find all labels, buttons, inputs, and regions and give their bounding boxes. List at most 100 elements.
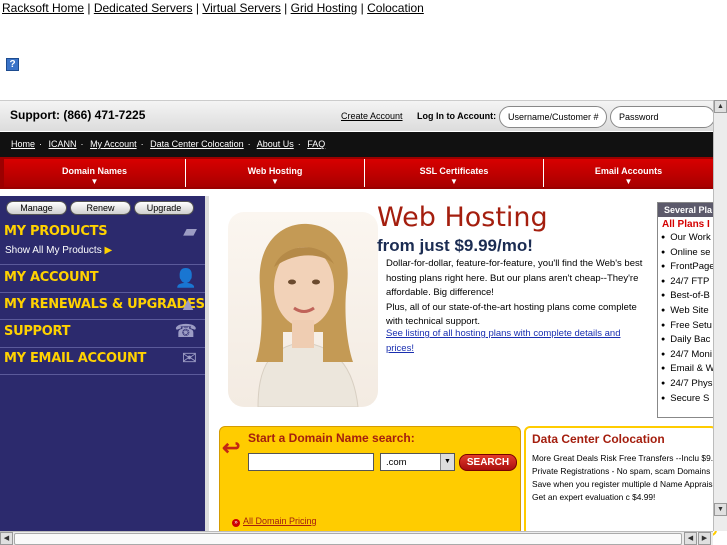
domain-search-box: ↩ Start a Domain Name search: .com ▼ SEA…: [219, 426, 521, 536]
tld-value: .com: [386, 457, 407, 468]
datacenter-text: More Great Deals Risk Free Transfers --I…: [532, 453, 717, 502]
username-field[interactable]: Username/Customer #: [499, 106, 607, 128]
phone-icon: ☎: [174, 321, 197, 341]
link-colocation[interactable]: Colocation: [367, 1, 424, 15]
section-support[interactable]: SUPPORT: [4, 324, 71, 339]
password-field[interactable]: Password: [610, 106, 715, 128]
support-phone: Support: (866) 471-7225: [10, 108, 146, 122]
hero-description: Dollar-for-dollar, feature-for-feature, …: [386, 257, 646, 330]
divider: [0, 347, 205, 348]
list-item: Daily Bac: [661, 334, 716, 349]
list-item: Our Work: [661, 232, 716, 247]
chevron-down-icon: ▼: [450, 177, 458, 186]
scroll-up-icon[interactable]: ▲: [714, 100, 727, 113]
support-bar: Support: (866) 471-7225 Create Account L…: [0, 100, 715, 131]
plans-heading: Several Pla: [658, 203, 716, 217]
tab-domain-names[interactable]: Domain Names ▼: [4, 159, 186, 187]
nav-home[interactable]: Home: [11, 139, 35, 149]
hosting-plans-link[interactable]: See listing of all hosting plans with co…: [386, 327, 641, 356]
domain-pricing-label: All Domain Pricing: [243, 516, 317, 526]
list-item: Web Site: [661, 305, 716, 320]
plans-panel: Several Pla All Plans I Our Work Online …: [657, 202, 717, 418]
arrow-bullet-icon: »: [232, 519, 240, 527]
list-item: 24/7 Moni: [661, 349, 716, 364]
tab-label: Email Accounts: [594, 166, 663, 176]
arrow-up-icon: ▲: [179, 294, 197, 314]
list-item: Email & W: [661, 363, 716, 378]
list-item: FrontPage: [661, 261, 716, 276]
link-grid-hosting[interactable]: Grid Hosting: [291, 1, 358, 15]
curved-arrow-icon: ↩: [222, 435, 241, 460]
create-account-link[interactable]: Create Account: [341, 111, 403, 121]
section-my-products[interactable]: MY PRODUCTS: [4, 224, 108, 239]
divider: [0, 319, 205, 320]
user-icon: 👤: [174, 268, 197, 288]
hero-subtitle: from just $9.99/mo!: [377, 236, 533, 255]
envelope-icon: ✉: [181, 348, 197, 368]
section-my-renewals-upgrades[interactable]: MY RENEWALS & UPGRADES: [4, 297, 205, 312]
nav-data-center-colocation[interactable]: Data Center Colocation: [150, 139, 244, 149]
list-item: Online se: [661, 247, 716, 262]
show-all-products-link[interactable]: Show All My Products ▶: [5, 245, 112, 256]
scroll-left-icon[interactable]: ◀: [684, 532, 697, 545]
list-item: Free Setu: [661, 320, 716, 335]
product-tabs: Domain Names ▼ Web Hosting ▼ SSL Certifica…: [0, 157, 713, 189]
page: Racksoft Home | Dedicated Servers | Virt…: [0, 0, 727, 545]
nav-my-account[interactable]: My Account: [90, 139, 137, 149]
top-links: Racksoft Home | Dedicated Servers | Virt…: [2, 1, 424, 15]
chevron-down-icon: ▼: [90, 177, 99, 186]
search-button[interactable]: SEARCH: [459, 454, 517, 471]
nav-links: Home · ICANN · My Account · Data Center Col…: [11, 139, 326, 149]
hero-desc-2: Plus, all of our state-of-the-art hostin…: [386, 301, 637, 328]
sidebar: Manage Renew Upgrade MY PRODUCTS ▰ Show …: [0, 196, 205, 531]
hero-photo: [228, 212, 378, 407]
scroll-left-icon[interactable]: ◀: [0, 532, 13, 545]
plans-list: Our Work Online se FrontPage 24/7 FTP Be…: [658, 232, 716, 407]
link-virtual-servers[interactable]: Virtual Servers: [202, 1, 280, 15]
renew-button[interactable]: Renew: [70, 201, 131, 215]
datacenter-title: Data Center Colocation: [532, 432, 665, 446]
nav-bar: Home · ICANN · My Account · Data Center Col…: [0, 132, 713, 157]
tab-email-accounts[interactable]: Email Accounts ▼: [544, 159, 713, 187]
manage-button[interactable]: Manage: [6, 201, 67, 215]
hero-desc-1: Dollar-for-dollar, feature-for-feature, …: [386, 258, 643, 298]
plans-subheading: All Plans I: [662, 219, 710, 230]
list-item: 24/7 Phys: [661, 378, 716, 393]
list-item: 24/7 FTP: [661, 276, 716, 291]
section-my-account[interactable]: MY ACCOUNT: [4, 270, 99, 285]
hero-title: Web Hosting: [377, 202, 548, 233]
tab-web-hosting[interactable]: Web Hosting ▼: [186, 159, 365, 187]
divider: [0, 264, 205, 265]
upgrade-button[interactable]: Upgrade: [134, 201, 194, 215]
chevron-down-icon: ▼: [624, 177, 633, 186]
scroll-down-icon[interactable]: ▼: [714, 503, 727, 516]
show-all-label: Show All My Products: [5, 245, 102, 256]
tab-ssl-certificates[interactable]: SSL Certificates ▼: [365, 159, 544, 187]
tld-select[interactable]: .com ▼: [380, 453, 455, 471]
divider: [0, 292, 205, 293]
nav-faq[interactable]: FAQ: [307, 139, 325, 149]
link-racksoft-home[interactable]: Racksoft Home: [2, 1, 84, 15]
divider: [0, 374, 205, 375]
help-icon[interactable]: ?: [6, 58, 19, 71]
tab-label: SSL Certificates: [419, 166, 489, 176]
vertical-scrollbar[interactable]: ▲ ▼: [713, 100, 727, 531]
box-icon: ▰: [183, 221, 197, 241]
scroll-thumb[interactable]: [14, 533, 682, 545]
chevron-down-icon: ▼: [440, 454, 454, 470]
nav-about-us[interactable]: About Us: [257, 139, 294, 149]
nav-icann[interactable]: ICANN: [49, 139, 77, 149]
link-dedicated-servers[interactable]: Dedicated Servers: [94, 1, 193, 15]
horizontal-scrollbar[interactable]: ◀ ◀ ▶: [0, 531, 713, 545]
section-my-email-account[interactable]: MY EMAIL ACCOUNT: [4, 351, 146, 366]
main-content: Web Hosting from just $9.99/mo! Dollar-f…: [205, 196, 717, 536]
domain-search-input[interactable]: [248, 453, 374, 471]
datacenter-box: Data Center Colocation More Great Deals …: [524, 426, 717, 536]
scroll-right-icon[interactable]: ▶: [698, 532, 711, 545]
domain-pricing-link[interactable]: » All Domain Pricing: [232, 516, 317, 527]
list-item: Best-of-B: [661, 290, 716, 305]
chevron-right-icon: ▶: [104, 245, 113, 256]
domain-search-title: Start a Domain Name search:: [248, 431, 415, 445]
tab-label: Web Hosting: [247, 166, 303, 176]
chevron-down-icon: ▼: [271, 177, 279, 186]
